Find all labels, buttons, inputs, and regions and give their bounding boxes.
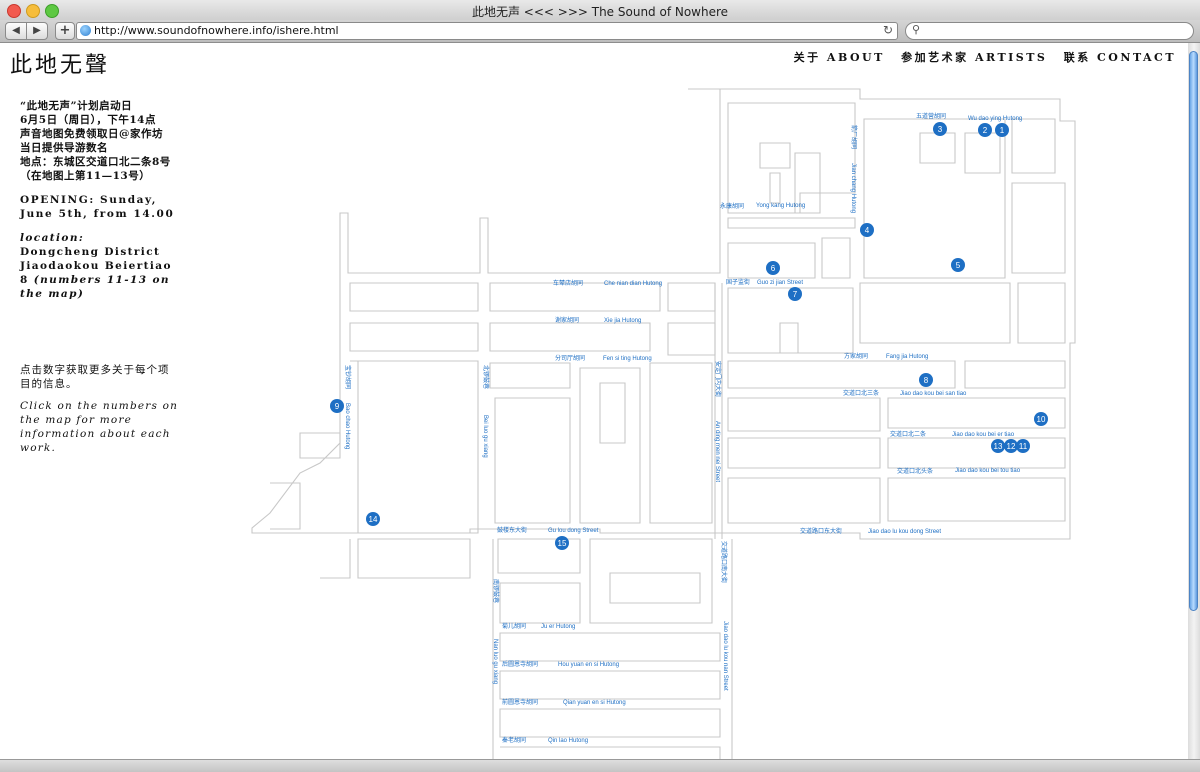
street-label: Jiao dao kou bei er tiao <box>952 432 1015 438</box>
street-label: Wu dao ying Hutong <box>968 116 1022 122</box>
street-label: Ju er Hutong <box>541 624 575 630</box>
map-pin-12[interactable]: 12 <box>1004 439 1018 453</box>
street-label: 车辇店胡同 <box>553 279 583 287</box>
map-pin-14[interactable]: 14 <box>366 512 380 526</box>
street-label: 北锣鼓巷 <box>482 365 490 389</box>
street-label: 国子监街 <box>726 278 750 286</box>
project-pins: 1 2 3 4 5 6 7 8 9 10 11 12 13 14 15 <box>330 122 1048 550</box>
street-label: 永康胡同 <box>720 202 744 210</box>
street-label: Bao chao Hutong <box>344 403 350 449</box>
forward-button[interactable]: ▶ <box>26 22 48 40</box>
address-bar[interactable]: http://www.soundofnowhere.info/ishere.ht… <box>76 22 898 40</box>
map-pin-3[interactable]: 3 <box>933 122 947 136</box>
street-label: Qin lao Hutong <box>548 738 588 744</box>
pin-number[interactable]: 15 <box>558 539 567 548</box>
map-pin-15[interactable]: 15 <box>555 536 569 550</box>
globe-icon <box>80 25 91 36</box>
map-pin-7[interactable]: 7 <box>788 287 802 301</box>
url-text[interactable]: http://www.soundofnowhere.info/ishere.ht… <box>94 24 339 37</box>
map-pin-5[interactable]: 5 <box>951 258 965 272</box>
map-pin-2[interactable]: 2 <box>978 123 992 137</box>
map-pin-6[interactable]: 6 <box>766 261 780 275</box>
street-label: 交道口北二条 <box>890 430 926 438</box>
hutong-map: 五道营胡同 Wu dao ying Hutong 永康胡同 Yong kang … <box>251 88 1076 759</box>
street-label: 后圆恩寺胡同 <box>502 660 538 668</box>
street-label: 菊儿胡同 <box>502 622 526 630</box>
street-label: 分司厅胡同 <box>555 354 585 362</box>
pin-number[interactable]: 13 <box>994 442 1003 451</box>
street-label: 宝钞胡同 <box>344 365 352 389</box>
pin-number[interactable]: 6 <box>771 264 776 273</box>
street-label: 前圆恩寺胡同 <box>502 698 538 706</box>
street-label: Jiao dao lu kou dong Street <box>868 529 941 535</box>
street-label: Che nian dian Hutong <box>604 281 662 287</box>
street-label: Xie jia Hutong <box>604 318 641 324</box>
map-pin-4[interactable]: 4 <box>860 223 874 237</box>
street-label: Jiao dao kou bei san tiao <box>900 391 967 397</box>
street-label: Gu lou dong Street <box>548 528 599 534</box>
pin-number[interactable]: 10 <box>1037 415 1046 424</box>
street-label: Jian chang Hutong <box>850 163 856 213</box>
vertical-scrollbar[interactable] <box>1188 43 1200 759</box>
street-label: Jiao dao lu kou nan Street <box>722 621 728 691</box>
street-label: Fang jia Hutong <box>886 354 928 360</box>
street-label: 交道口北头条 <box>897 467 933 475</box>
street-label: Guo zi jian Street <box>757 280 803 286</box>
street-label: Qian yuan en si Hutong <box>563 700 626 706</box>
pin-number[interactable]: 9 <box>335 402 340 411</box>
pin-number[interactable]: 4 <box>865 226 870 235</box>
street-label: 交道口北三条 <box>843 389 879 397</box>
pin-number[interactable]: 2 <box>983 126 988 135</box>
map-pin-8[interactable]: 8 <box>919 373 933 387</box>
map-pin-13[interactable]: 13 <box>991 439 1005 453</box>
pin-number[interactable]: 5 <box>956 261 961 270</box>
scrollbar-thumb[interactable] <box>1189 51 1198 611</box>
street-label: 交道路口东大街 <box>800 527 842 535</box>
street-label: 南锣鼓巷 <box>492 579 500 603</box>
window-titlebar: 此地无声 <<< >>> The Sound of Nowhere <box>0 0 1200 21</box>
street-label: 谢家胡同 <box>555 316 579 324</box>
pin-number[interactable]: 8 <box>924 376 929 385</box>
reload-icon[interactable]: ↻ <box>883 23 893 37</box>
street-label: An ding men nei Street <box>714 421 720 482</box>
pin-number[interactable]: 3 <box>938 125 943 134</box>
window-title: 此地无声 <<< >>> The Sound of Nowhere <box>471 5 729 19</box>
map-pin-11[interactable]: 11 <box>1016 439 1030 453</box>
map-roads <box>251 88 1076 759</box>
street-label: 秦老胡同 <box>502 736 526 744</box>
status-bar <box>0 759 1200 772</box>
browser-toolbar: ◀ ▶ + http://www.soundofnowhere.info/ish… <box>0 20 1200 43</box>
page-content: 此地无聲 关于 ABOUT 参加艺术家 ARTISTS 联系 CONTACT “… <box>0 43 1188 759</box>
map-pin-1[interactable]: 1 <box>995 123 1009 137</box>
back-button[interactable]: ◀ <box>5 22 27 40</box>
street-label: 方家胡同 <box>844 352 868 360</box>
street-label: Yong kang Hutong <box>756 203 805 209</box>
pin-number[interactable]: 12 <box>1007 442 1016 451</box>
street-label: 安定门内大街 <box>714 361 722 397</box>
search-icon: ⚲ <box>912 23 921 36</box>
pin-number[interactable]: 1 <box>1000 126 1005 135</box>
search-input[interactable]: ⚲ <box>905 22 1194 40</box>
street-label: Fen si ting Hutong <box>603 356 652 362</box>
pin-number[interactable]: 11 <box>1019 442 1028 451</box>
street-label: 交道路口南大街 <box>720 541 728 583</box>
pin-number[interactable]: 7 <box>793 290 798 299</box>
street-label: Jiao dao kou bei tou tiao <box>955 468 1021 474</box>
map-pin-10[interactable]: 10 <box>1034 412 1048 426</box>
street-label: Bei luo gu xiang <box>482 415 488 458</box>
pin-number[interactable]: 14 <box>369 515 378 524</box>
street-label: 箭厂胡同 <box>850 125 858 149</box>
street-label: 五道营胡同 <box>916 112 946 120</box>
add-bookmark-button[interactable]: + <box>55 22 75 40</box>
street-label: Hou yuan en si Hutong <box>558 662 619 668</box>
map-pin-9[interactable]: 9 <box>330 399 344 413</box>
street-label: Nan luo gu xiang <box>492 639 498 684</box>
street-label: 鼓楼东大街 <box>497 526 527 534</box>
